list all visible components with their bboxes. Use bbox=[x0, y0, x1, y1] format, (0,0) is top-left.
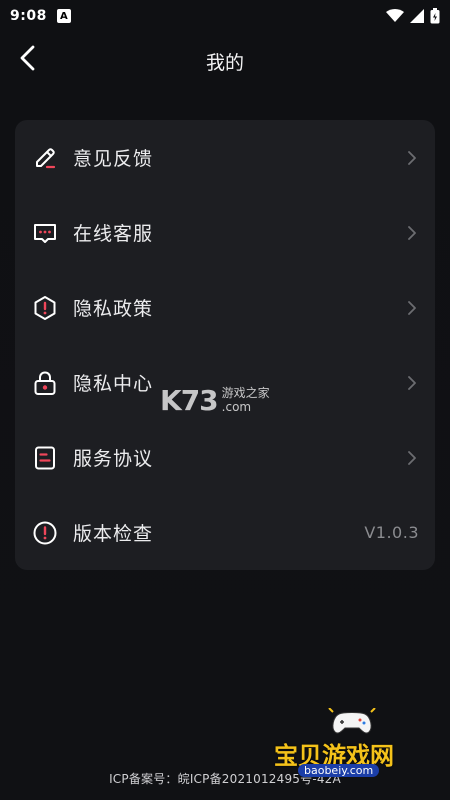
menu-label-privacy-policy: 隐私政策 bbox=[73, 298, 154, 320]
status-time: 9:08 bbox=[10, 8, 47, 24]
notification-a-icon: A bbox=[56, 9, 71, 23]
watermark-baobei-url: baobeiy.com bbox=[298, 764, 380, 777]
menu-item-online-service[interactable]: 在线客服 bbox=[15, 195, 435, 270]
version-value: V1.0.3 bbox=[364, 523, 419, 542]
info-icon bbox=[32, 520, 58, 546]
chevron-right-icon bbox=[405, 150, 419, 165]
chevron-right-icon bbox=[405, 375, 419, 390]
signal-icon bbox=[410, 9, 424, 23]
settings-card: 意见反馈 在线客服 隐私政策 隐私中心 服务协议 版本检查 V1.0.3 bbox=[15, 120, 435, 570]
battery-icon bbox=[430, 8, 440, 24]
k73-watermark: K73 游戏之家 .com bbox=[160, 380, 295, 420]
watermark-cn: 游戏之家 bbox=[221, 386, 270, 400]
menu-item-version-check[interactable]: 版本检查 V1.0.3 bbox=[15, 495, 435, 570]
menu-label-feedback: 意见反馈 bbox=[73, 148, 154, 170]
menu-item-privacy-policy[interactable]: 隐私政策 bbox=[15, 270, 435, 345]
status-bar: 9:08 A bbox=[0, 0, 450, 32]
header: 我的 bbox=[0, 32, 450, 90]
chat-icon bbox=[32, 220, 58, 246]
menu-item-feedback[interactable]: 意见反馈 bbox=[15, 120, 435, 195]
wifi-icon bbox=[386, 9, 404, 23]
chevron-right-icon bbox=[405, 450, 419, 465]
status-left: 9:08 A bbox=[10, 8, 71, 24]
lock-icon bbox=[32, 370, 58, 396]
edit-icon bbox=[32, 145, 58, 171]
menu-item-service-agreement[interactable]: 服务协议 bbox=[15, 420, 435, 495]
watermark-com: .com bbox=[221, 400, 252, 414]
menu-label-online-service: 在线客服 bbox=[73, 223, 154, 245]
chevron-right-icon bbox=[405, 225, 419, 240]
shield-alert-icon bbox=[32, 295, 58, 321]
chevron-right-icon bbox=[405, 300, 419, 315]
status-right bbox=[386, 8, 440, 24]
menu-label-service-agreement: 服务协议 bbox=[73, 448, 154, 470]
document-icon bbox=[32, 445, 58, 471]
menu-label-privacy-center: 隐私中心 bbox=[73, 373, 154, 395]
screen: 9:08 A 我的 意见反馈 在线客服 隐私政策 隐私中心 服务协议 版本检查 … bbox=[0, 0, 450, 800]
watermark-k73-logo: K73 bbox=[160, 383, 219, 417]
watermark-right: 游戏之家 .com bbox=[222, 386, 270, 414]
menu-label-version-check: 版本检查 bbox=[73, 523, 154, 545]
baobei-watermark: 宝贝游戏网 baobeiy.com bbox=[272, 707, 442, 778]
page-title: 我的 bbox=[205, 52, 244, 74]
gamepad-icon bbox=[327, 707, 377, 738]
